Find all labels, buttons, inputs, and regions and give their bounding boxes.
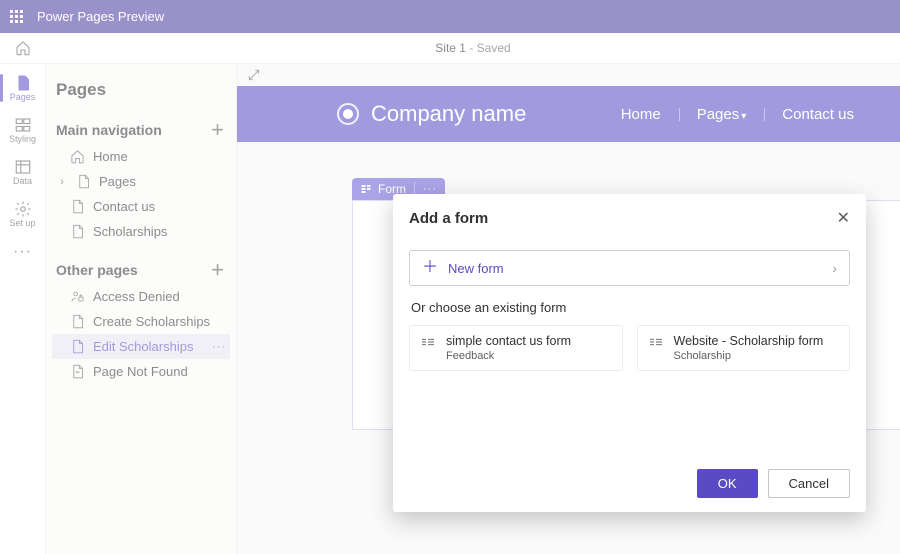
plus-icon: ＋ bbox=[422, 261, 438, 275]
form-card-subtitle: Feedback bbox=[446, 350, 571, 362]
form-card-title: Website - Scholarship form bbox=[674, 334, 824, 348]
form-card-simple-contact[interactable]: simple contact us form Feedback bbox=[409, 325, 623, 371]
form-card-title: simple contact us form bbox=[446, 334, 571, 348]
modal-footer: OK Cancel bbox=[393, 459, 866, 512]
existing-forms-list: simple contact us form Feedback Website … bbox=[409, 325, 850, 371]
new-form-label: New form bbox=[448, 261, 504, 276]
modal-header: Add a form ✕ bbox=[393, 194, 866, 238]
chevron-right-icon: › bbox=[832, 260, 837, 276]
form-icon bbox=[648, 336, 664, 352]
modal-title: Add a form bbox=[409, 210, 837, 227]
ok-button[interactable]: OK bbox=[697, 469, 758, 498]
add-form-modal: Add a form ✕ ＋ New form › Or choose an e… bbox=[393, 194, 866, 512]
close-icon[interactable]: ✕ bbox=[837, 208, 850, 228]
modal-body: ＋ New form › Or choose an existing form … bbox=[393, 238, 866, 459]
form-card-subtitle: Scholarship bbox=[674, 350, 824, 362]
form-icon bbox=[420, 336, 436, 352]
cancel-button[interactable]: Cancel bbox=[768, 469, 850, 498]
new-form-button[interactable]: ＋ New form › bbox=[409, 250, 850, 286]
form-card-website-scholarship[interactable]: Website - Scholarship form Scholarship bbox=[637, 325, 851, 371]
choose-existing-label: Or choose an existing form bbox=[411, 300, 848, 315]
